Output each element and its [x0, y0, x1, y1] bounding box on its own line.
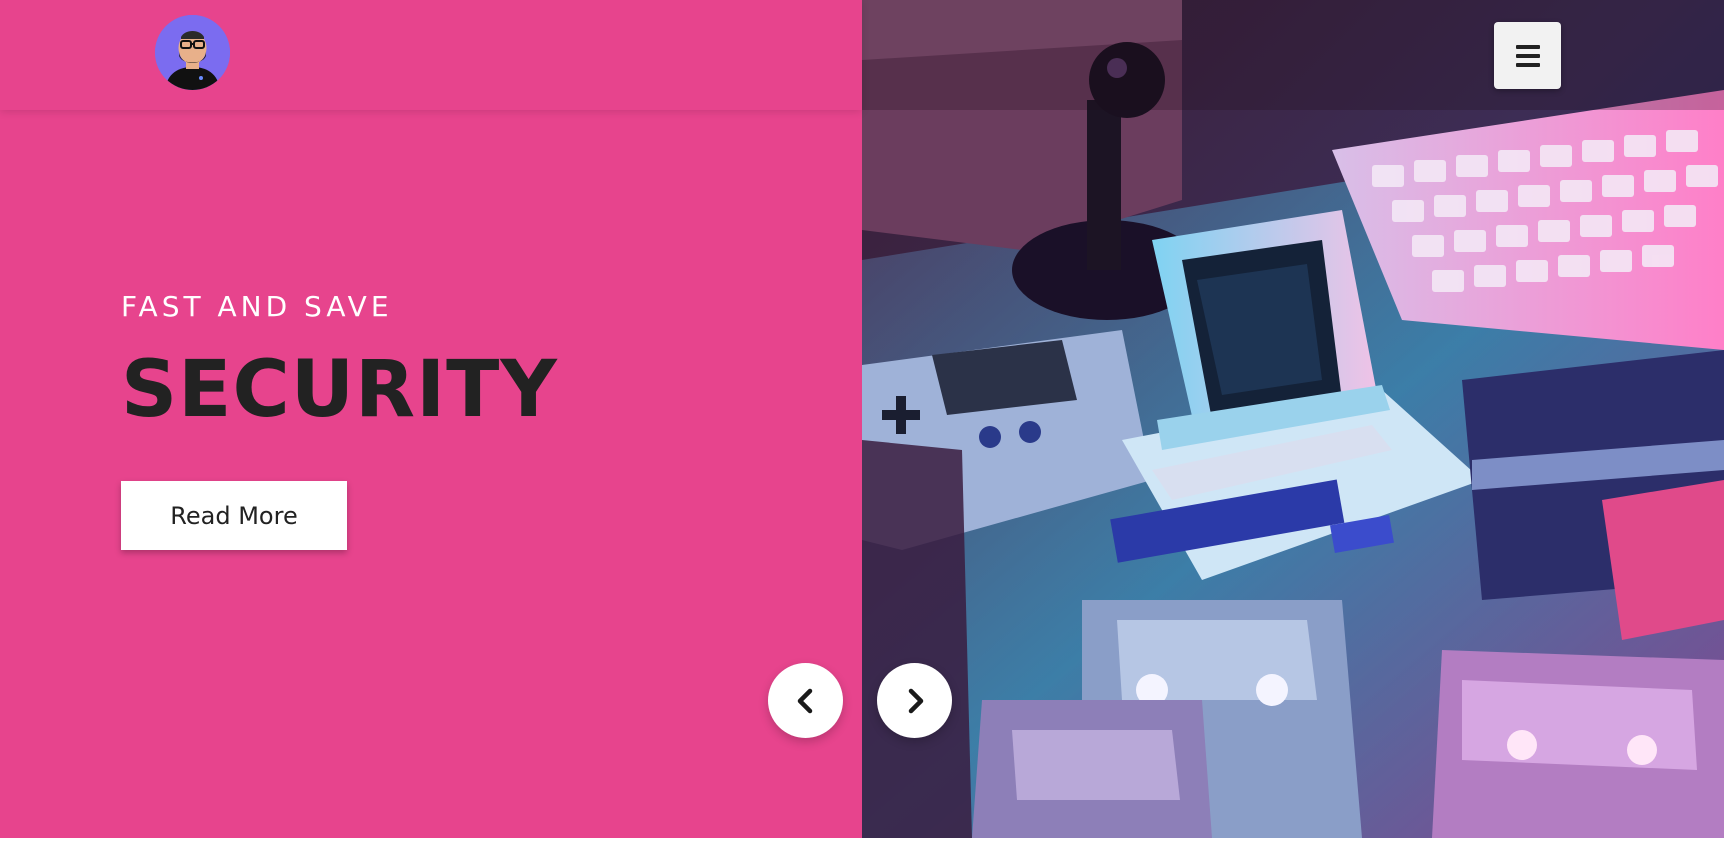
carousel-prev-button[interactable]: [768, 663, 843, 738]
avatar-illustration: [155, 15, 230, 90]
hero-text: FAST AND SAVE SECURITY: [121, 290, 558, 429]
hero-image: [862, 0, 1724, 838]
avatar[interactable]: [155, 15, 230, 90]
chevron-left-icon: [797, 688, 812, 713]
read-more-button[interactable]: Read More: [121, 481, 347, 550]
hamburger-icon: [1515, 44, 1540, 67]
chevron-right-icon: [908, 688, 923, 713]
site-header: [0, 0, 862, 110]
menu-button[interactable]: [1494, 22, 1561, 89]
retro-computers-image: [862, 0, 1724, 838]
page: FAST AND SAVE SECURITY Read More: [0, 0, 1724, 844]
carousel-next-button[interactable]: [877, 663, 952, 738]
hero-title: SECURITY: [121, 345, 558, 435]
hero-eyebrow: FAST AND SAVE: [121, 290, 393, 323]
